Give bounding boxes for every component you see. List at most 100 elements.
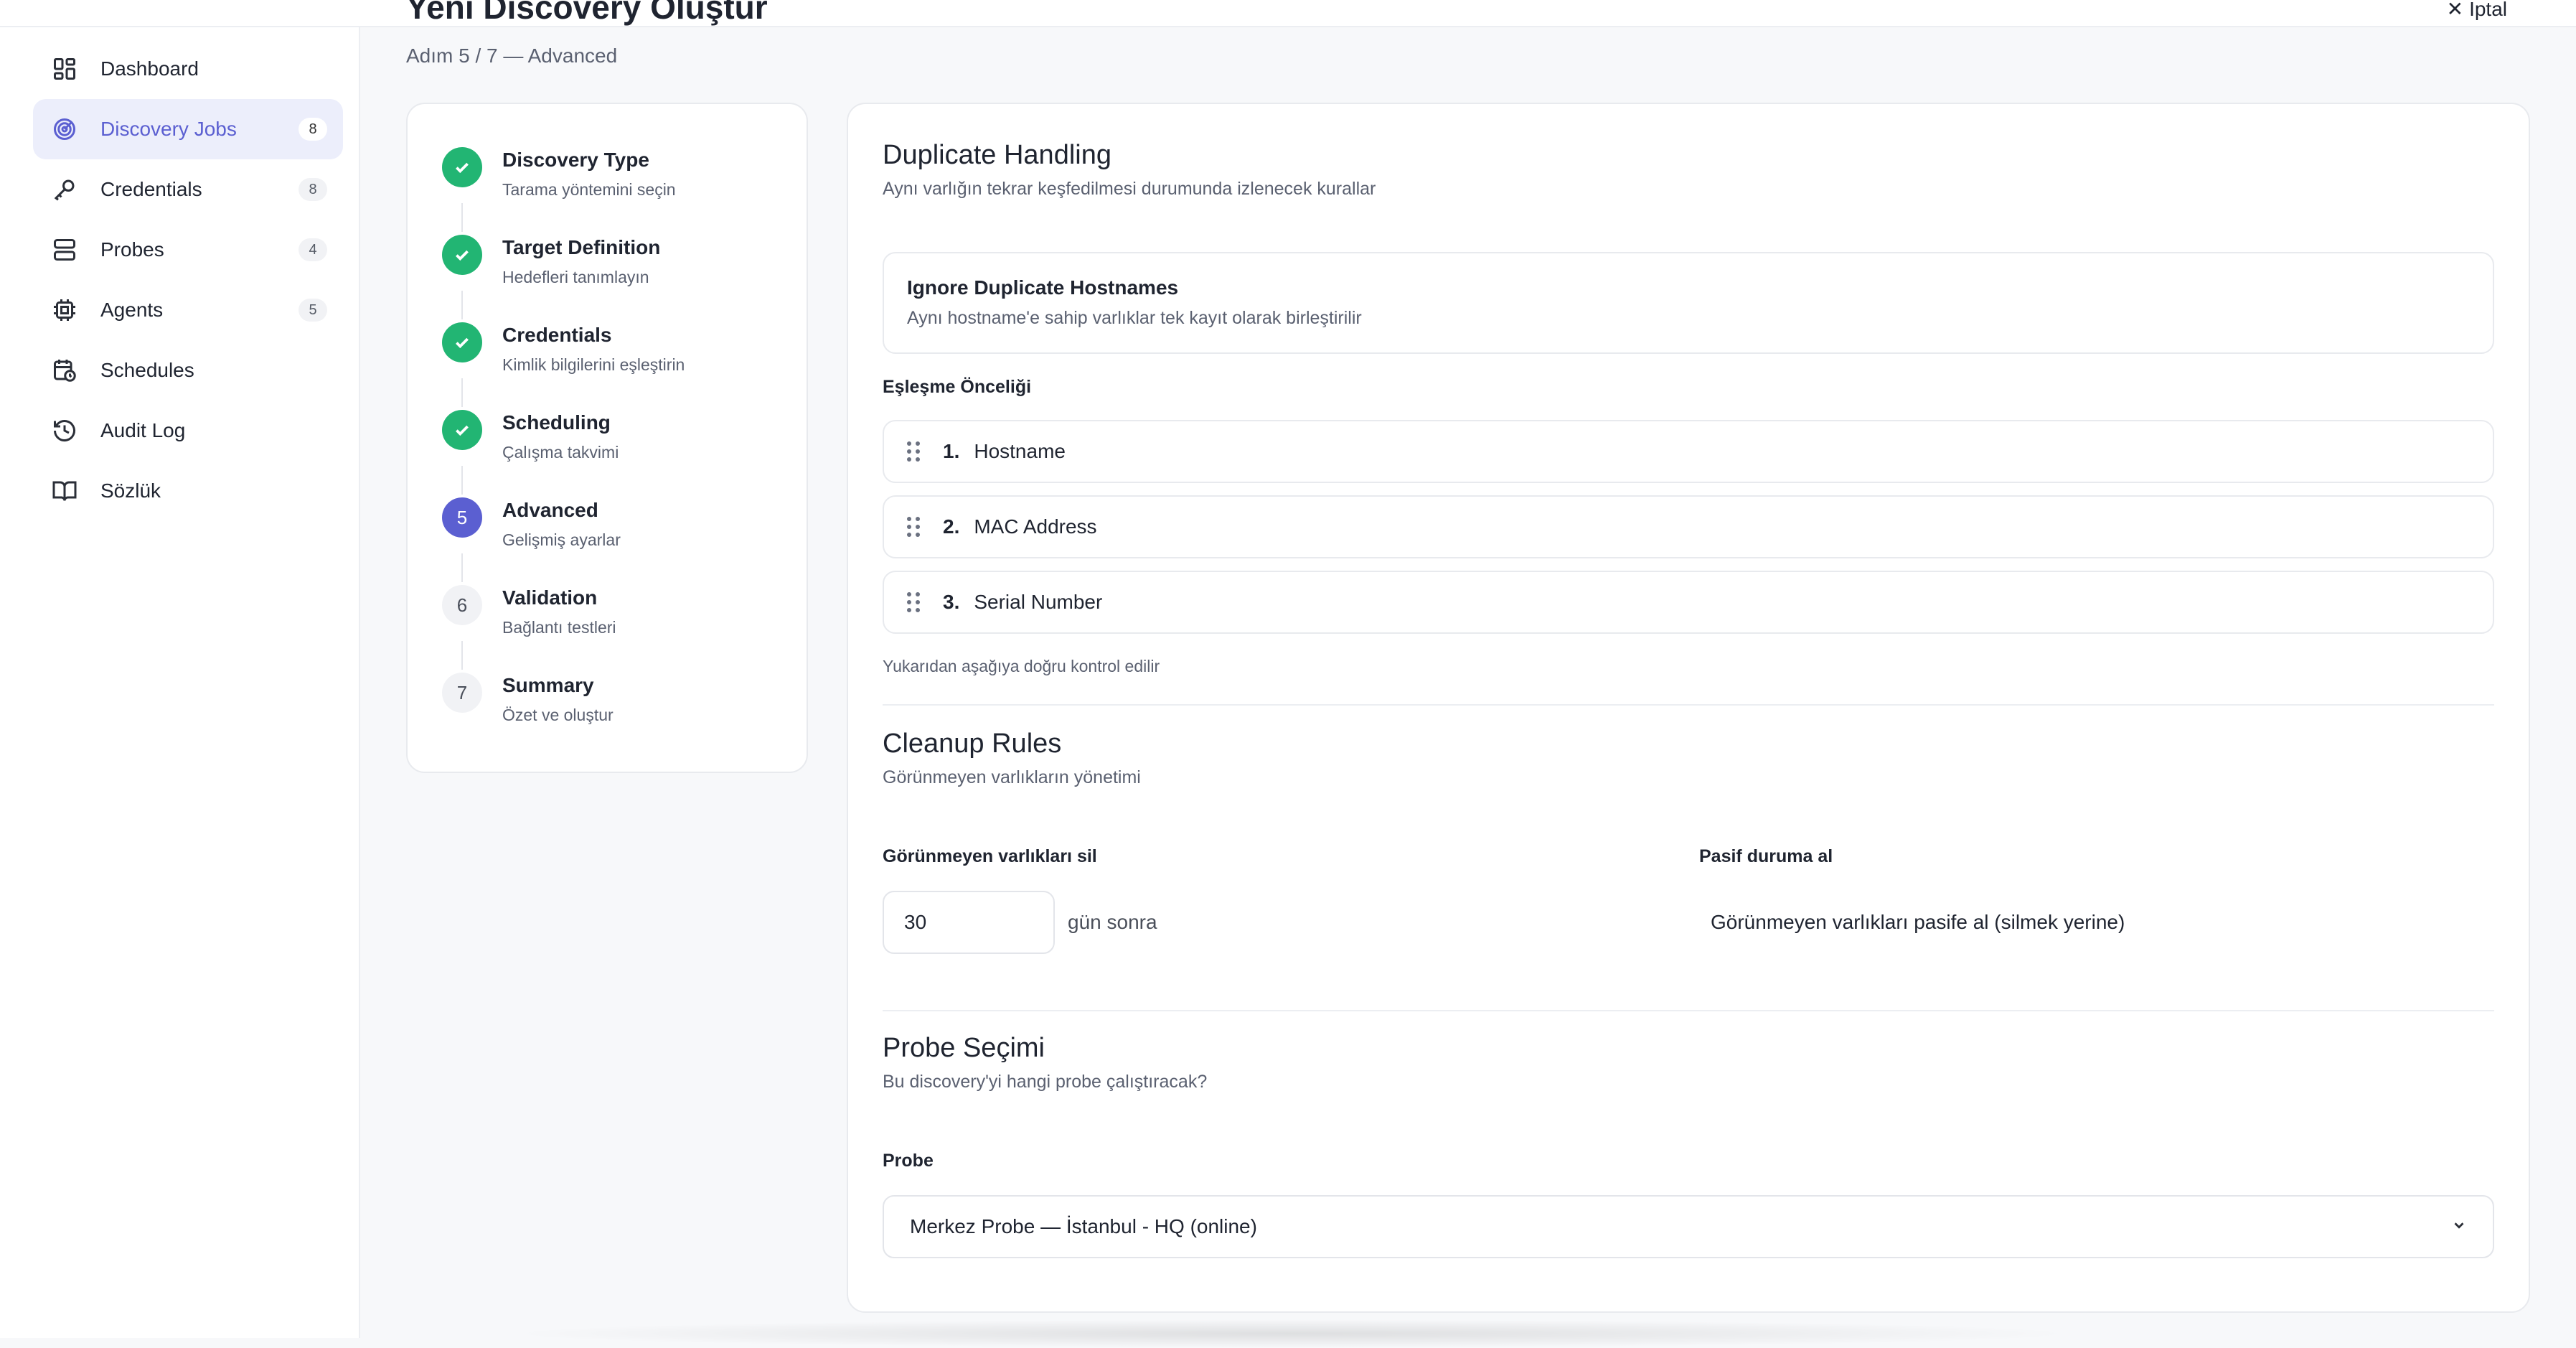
step-subtitle: Tarama yöntemini seçin <box>502 180 676 199</box>
days-input[interactable] <box>883 891 1055 954</box>
priority-number: 2. <box>943 515 960 538</box>
drag-handle-icon[interactable] <box>907 517 921 537</box>
page-title: Yeni Discovery Oluştur <box>406 0 768 26</box>
priority-number: 3. <box>943 591 960 613</box>
sidebar-item-label: Agents <box>100 299 164 321</box>
count-badge: 5 <box>299 299 327 322</box>
count-badge: 4 <box>299 238 327 261</box>
step-title: Target Definition <box>502 236 661 258</box>
sidebar-item-probes[interactable]: Probes 4 <box>33 220 343 280</box>
key-icon <box>50 175 79 204</box>
section-subtitle: Görünmeyen varlıkların yönetimi <box>883 767 1141 787</box>
step-title: Summary <box>502 674 594 696</box>
step-complete-icon <box>442 410 482 450</box>
step-connector <box>461 203 463 232</box>
sidebar: Dashboard Discovery Jobs 8 Credentials 8… <box>0 0 360 1338</box>
step-item[interactable]: 5 Advanced Gelişmiş ayarlar <box>442 497 621 569</box>
step-complete-icon <box>442 147 482 187</box>
step-item[interactable]: Scheduling Çalışma takvimi <box>442 410 619 482</box>
match-priority-label: Eşleşme Önceliği <box>883 377 1032 397</box>
calendar-clock-icon <box>50 356 79 385</box>
sidebar-item-label: Schedules <box>100 359 194 381</box>
step-number: 7 <box>442 673 482 713</box>
sidebar-item-label: Audit Log <box>100 419 186 441</box>
advanced-settings-card: Duplicate Handling Aynı varlığın tekrar … <box>847 103 2530 1313</box>
step-connector <box>461 291 463 319</box>
priority-item[interactable]: 1. Hostname <box>883 420 2494 483</box>
step-subtitle: Gelişmiş ayarlar <box>502 530 621 549</box>
priority-name: MAC Address <box>974 515 1097 538</box>
step-item[interactable]: Discovery Type Tarama yöntemini seçin <box>442 147 676 219</box>
section-divider <box>883 704 2494 706</box>
step-title: Advanced <box>502 499 598 521</box>
sidebar-item-label: Probes <box>100 238 164 261</box>
passive-label: Pasif duruma al <box>1699 846 1833 866</box>
step-connector <box>461 641 463 670</box>
step-subtitle: Hedefleri tanımlayın <box>502 268 649 286</box>
section-title: Cleanup Rules <box>883 729 1062 759</box>
top-bar <box>0 0 2576 27</box>
step-title: Credentials <box>502 324 612 346</box>
section-divider <box>883 1010 2494 1011</box>
sidebar-item-label: Credentials <box>100 178 202 200</box>
cpu-icon <box>50 296 79 324</box>
drag-handle-icon[interactable] <box>907 441 921 462</box>
priority-number: 1. <box>943 440 960 462</box>
priority-item[interactable]: 3. Serial Number <box>883 571 2494 634</box>
step-item[interactable]: Credentials Kimlik bilgilerini eşleştirin <box>442 322 685 394</box>
priority-name: Serial Number <box>974 591 1103 613</box>
option-subtitle: Aynı hostname'e sahip varlıklar tek kayı… <box>907 308 1362 328</box>
step-number: 6 <box>442 585 482 625</box>
probe-select[interactable]: Merkez Probe — İstanbul - HQ (online) <box>883 1195 2494 1258</box>
priority-hint: Yukarıdan aşağıya doğru kontrol edilir <box>883 657 1160 675</box>
step-subtitle: Bağlantı testleri <box>502 618 616 637</box>
step-connector <box>461 466 463 495</box>
sidebar-item-agents[interactable]: Agents 5 <box>33 280 343 340</box>
sidebar-item-audit-log[interactable]: Audit Log <box>33 401 343 461</box>
server-icon <box>50 235 79 264</box>
dashboard-icon <box>50 55 79 83</box>
step-indicator: Adım 5 / 7 — Advanced <box>406 45 618 67</box>
cancel-button[interactable]: ✕ İptal <box>2447 0 2507 27</box>
section-subtitle: Aynı varlığın tekrar keşfedilmesi durumu… <box>883 179 1376 199</box>
sidebar-item-schedules[interactable]: Schedules <box>33 340 343 401</box>
sidebar-item-sozluk[interactable]: Sözlük <box>33 461 343 521</box>
cancel-label: İptal <box>2469 0 2507 20</box>
count-badge: 8 <box>299 178 327 201</box>
priority-name: Hostname <box>974 440 1066 462</box>
passive-option[interactable]: Görünmeyen varlıkları pasife al (silmek … <box>1711 911 2125 934</box>
drag-handle-icon[interactable] <box>907 592 921 612</box>
sidebar-item-discovery-jobs[interactable]: Discovery Jobs 8 <box>33 99 343 159</box>
option-title: Ignore Duplicate Hostnames <box>907 276 1179 299</box>
step-subtitle: Kimlik bilgilerini eşleştirin <box>502 355 685 374</box>
step-complete-icon <box>442 235 482 275</box>
step-item[interactable]: 6 Validation Bağlantı testleri <box>442 585 616 657</box>
count-badge: 8 <box>299 118 327 141</box>
section-title: Probe Seçimi <box>883 1033 1045 1063</box>
sidebar-item-credentials[interactable]: Credentials 8 <box>33 159 343 220</box>
step-connector <box>461 378 463 407</box>
section-title: Duplicate Handling <box>883 140 1111 170</box>
step-subtitle: Özet ve oluştur <box>502 706 614 724</box>
close-icon: ✕ <box>2446 0 2464 20</box>
sidebar-item-dashboard[interactable]: Dashboard <box>33 39 343 99</box>
sidebar-nav: Dashboard Discovery Jobs 8 Credentials 8… <box>33 39 343 521</box>
step-connector <box>461 553 463 582</box>
ignore-duplicate-hostnames-option[interactable]: Ignore Duplicate Hostnames Aynı hostname… <box>883 252 2494 354</box>
section-subtitle: Bu discovery'yi hangi probe çalıştıracak… <box>883 1072 1208 1092</box>
step-item[interactable]: 7 Summary Özet ve oluştur <box>442 673 614 744</box>
bottom-shadow <box>502 1319 2081 1348</box>
radar-icon <box>50 115 79 144</box>
priority-item[interactable]: 2. MAC Address <box>883 495 2494 558</box>
step-title: Validation <box>502 586 598 609</box>
sidebar-item-label: Sözlük <box>100 479 161 502</box>
step-item[interactable]: Target Definition Hedefleri tanımlayın <box>442 235 660 306</box>
chevron-down-icon <box>2451 1217 2467 1237</box>
step-subtitle: Çalışma takvimi <box>502 443 619 462</box>
book-icon <box>50 477 79 505</box>
step-title: Discovery Type <box>502 149 649 171</box>
delete-unseen-label: Görünmeyen varlıkları sil <box>883 846 1097 866</box>
step-complete-icon <box>442 322 482 362</box>
sidebar-item-label: Discovery Jobs <box>100 118 237 140</box>
sidebar-item-label: Dashboard <box>100 57 199 80</box>
